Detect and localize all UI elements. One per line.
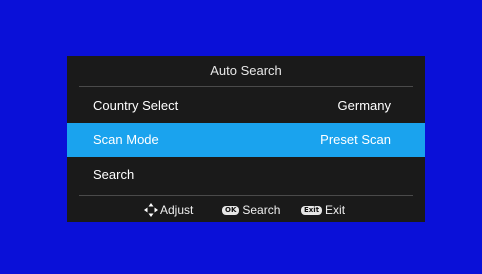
adjust-hint-label: Adjust (160, 203, 194, 217)
search-row[interactable]: Search (67, 158, 425, 192)
footer-divider (79, 195, 413, 196)
exit-hint-label: Exit (325, 203, 346, 217)
scan-mode-value: Preset Scan (320, 132, 391, 147)
search-hint-label: Search (242, 203, 281, 217)
dpad-icon (144, 203, 158, 217)
search-label: Search (93, 167, 135, 182)
title-divider (79, 86, 413, 87)
scan-mode-label: Scan Mode (93, 132, 159, 147)
scan-mode-row[interactable]: Scan Mode Preset Scan (67, 123, 425, 157)
adjust-hint: Adjust (144, 198, 193, 222)
search-hint: OK Search (222, 198, 280, 222)
country-select-label: Country Select (93, 98, 179, 113)
exit-key-icon: Exit (301, 205, 323, 215)
auto-search-dialog: Auto Search Country Select Germany Scan … (67, 56, 425, 222)
country-select-value: Germany (337, 98, 391, 113)
country-select-row[interactable]: Country Select Germany (67, 89, 425, 123)
exit-hint: Exit Exit (301, 198, 345, 222)
dialog-title: Auto Search (210, 63, 282, 78)
footer-hints: Adjust OK Search Exit Exit (67, 198, 425, 222)
ok-key-icon: OK (222, 205, 240, 215)
